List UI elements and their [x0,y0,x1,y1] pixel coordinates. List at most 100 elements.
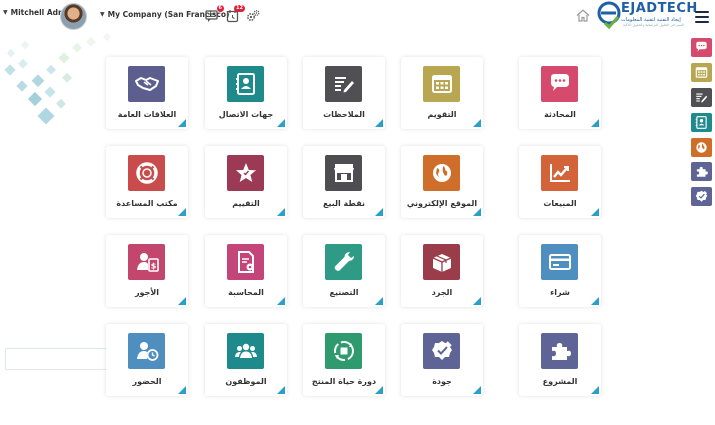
app-label: الجرد [431,288,453,297]
messages-badge: 6 [216,5,224,12]
avatar[interactable] [60,3,87,30]
app-tile[interactable]: المبيعات [519,146,601,218]
app-tile[interactable]: التقويم [401,57,483,129]
tile-corner-marker [473,208,481,216]
employees-icon [227,333,264,369]
puzzle-icon [541,333,578,369]
calendar-icon [695,67,708,78]
handshake-icon [128,66,165,102]
tile-corner-marker [178,208,186,216]
app-label: المبيعات [543,199,577,208]
calendar-icon [423,66,460,102]
app-label: الموظفون [225,377,267,386]
tile-corner-marker [277,386,285,394]
messages-icon [205,10,218,22]
app-label: دورة حياة المنتج [311,377,377,386]
caret-down-icon: ▼ [3,9,8,16]
tile-corner-marker [473,119,481,127]
settings-button[interactable] [246,8,260,22]
tile-corner-marker [375,386,383,394]
tile-corner-marker [375,119,383,127]
app-label: الملاحظات [323,110,365,119]
attendance-icon [128,333,165,369]
messages-button[interactable]: 6 [205,5,224,22]
caret-down-icon: ▼ [100,11,105,18]
app-tile[interactable]: $ الأجور [106,235,188,307]
notes-icon [696,93,708,103]
tile-corner-marker [277,208,285,216]
quality-icon [423,333,460,369]
app-tile[interactable]: دورة حياة المنتج [303,324,385,396]
sidebar-shortcut-chat-icon[interactable] [691,38,712,57]
app-tile[interactable]: شراء [519,235,601,307]
payroll-icon: $ [128,244,165,280]
app-tile[interactable]: المحاسبة [205,235,287,307]
tile-corner-marker [591,386,599,394]
contacts-icon [695,116,707,129]
globe-icon [696,142,707,153]
home-icon[interactable] [576,9,590,22]
tile-corner-marker [178,119,186,127]
sidebar-shortcut-globe-icon[interactable] [691,138,712,157]
box-icon [423,244,460,280]
sidebar-shortcut-quality-icon[interactable] [691,187,712,206]
logo-e-icon [597,1,621,29]
app-tile[interactable]: العلاقات العامة [106,57,188,129]
tile-corner-marker [591,208,599,216]
puzzle-icon [696,166,708,177]
tile-corner-marker [591,119,599,127]
app-label: الحضور [132,377,162,386]
app-label: جهات الاتصال [218,110,274,119]
chat-icon [541,66,578,102]
tile-corner-marker [473,297,481,305]
tile-corner-marker [473,386,481,394]
chat-icon [696,41,707,52]
invoice-icon [227,244,264,280]
app-label: نقطة البيع [323,199,365,208]
app-tile[interactable]: مكتب المساعدة [106,146,188,218]
notes-icon [325,66,362,102]
tile-corner-marker [375,208,383,216]
sidebar-shortcut-notes-icon[interactable] [691,88,712,107]
app-tile[interactable]: نقطة البيع [303,146,385,218]
app-tile[interactable]: التقييم [205,146,287,218]
svg-text:$: $ [150,262,156,271]
app-label: شراء [550,288,570,297]
store-icon [325,155,362,191]
app-label: التقييم [232,199,260,208]
star-icon [227,155,264,191]
app-tile[interactable]: المشروع [519,324,601,396]
app-label: التقويم [427,110,457,119]
app-tile[interactable]: الموقع الإلكتروني [401,146,483,218]
tile-corner-marker [375,297,383,305]
activities-button[interactable]: 12 [226,5,245,23]
app-tile[interactable]: الجرد [401,235,483,307]
app-label: المحاسبة [228,288,264,297]
app-label: المشروع [542,377,578,386]
app-label: المحادثة [544,110,576,119]
sidebar-shortcut-calendar-icon[interactable] [691,63,712,82]
app-tile[interactable]: المحادثة [519,57,601,129]
app-tile[interactable]: الموظفون [205,324,287,396]
logo-title: EJADTECH [621,1,698,16]
app-tile[interactable]: الحضور [106,324,188,396]
sales-chart-icon [541,155,578,191]
sidebar-shortcut-contacts-icon[interactable] [691,113,712,132]
app-tile[interactable]: الملاحظات [303,57,385,129]
tile-corner-marker [178,386,186,394]
app-tile[interactable]: جودة [401,324,483,396]
app-label: التصنيع [329,288,359,297]
sidebar-shortcut-puzzle-icon[interactable] [691,162,712,181]
credit-card-icon [541,244,578,280]
wrench-icon [325,244,362,280]
hamburger-menu-icon[interactable] [695,11,709,23]
lifecycle-icon [325,333,362,369]
app-label: الأجور [134,288,160,297]
tile-corner-marker [591,297,599,305]
app-tile[interactable]: جهات الاتصال [205,57,287,129]
app-tile[interactable]: التصنيع [303,235,385,307]
app-label: مكتب المساعدة [116,199,178,208]
activities-badge: 12 [234,5,245,12]
tile-corner-marker [178,297,186,305]
contacts-icon [227,66,264,102]
